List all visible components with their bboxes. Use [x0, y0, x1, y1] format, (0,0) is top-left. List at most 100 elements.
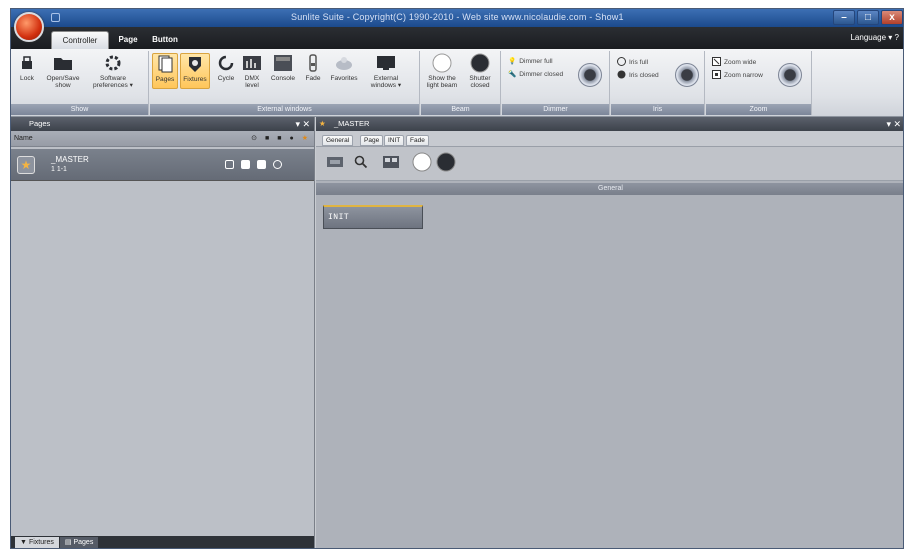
shutter-closed-small-icon — [436, 152, 456, 172]
edit-icon — [327, 157, 343, 167]
pages-icon — [155, 54, 175, 74]
init-button[interactable]: INIT — [323, 205, 423, 229]
dimmer-full-button[interactable]: 💡 Dimmer full — [508, 57, 553, 66]
indicator-1 — [225, 160, 234, 169]
iris-closed-label: Iris closed — [629, 72, 659, 79]
iris-knob[interactable] — [675, 63, 699, 87]
page-row-master[interactable]: ★ _MASTER 1 1-1 — [11, 149, 314, 181]
maximize-button[interactable]: □ — [857, 10, 879, 25]
pages-button[interactable]: Pages — [152, 53, 178, 89]
console-icon — [273, 53, 293, 73]
star-icon: ★ — [301, 135, 308, 142]
group-iris: Iris full Iris closed Iris — [611, 51, 705, 115]
left-bottom-tab-bar: ▼ Fixtures ▤ Pages — [11, 536, 314, 548]
indicator-3 — [257, 160, 266, 169]
app-menu-button[interactable] — [14, 12, 44, 42]
fade-icon — [303, 53, 323, 73]
pages-tab-label: Pages — [73, 539, 94, 546]
cycle-icon — [216, 53, 236, 73]
show-light-beam-button[interactable]: Show the light beam — [424, 53, 460, 89]
group-external-windows-label: External windows — [150, 104, 419, 115]
name-column-label: Name — [14, 135, 33, 142]
master-panel-header: ★ _MASTER ▾ ✕ — [316, 117, 903, 131]
show-light-beam-label: Show the light beam — [426, 75, 458, 89]
iris-full-button[interactable]: Iris full — [617, 57, 648, 68]
fade-button[interactable]: Fade — [302, 53, 324, 82]
dimmer-knob[interactable] — [578, 63, 602, 87]
pages-panel-header: Pages ▾ ✕ — [11, 117, 314, 131]
fixtures-button[interactable]: Fixtures — [180, 53, 210, 89]
group-external-windows: Pages Fixtures Cycle DMX level Console F… — [150, 51, 420, 115]
master-tab-bar: General Page INIT Fade — [316, 131, 903, 147]
tab-controller[interactable]: Controller — [51, 31, 109, 49]
master-panel-menu-icon[interactable]: ▾ ✕ — [886, 117, 901, 131]
lock-button[interactable]: Lock — [15, 53, 39, 82]
bulb-on-icon: 💡 — [508, 58, 517, 65]
open-save-label: Open/Save show — [46, 75, 80, 89]
search-button[interactable] — [354, 155, 368, 169]
ribbon-tab-bar: Controller Page Button Language ▾ ? — [11, 27, 903, 49]
group-show: Lock Open/Save show Software preferences… — [11, 51, 149, 115]
app-window: Sunlite Suite - Copyright(C) 1990-2010 -… — [10, 8, 904, 549]
window-title: Sunlite Suite - Copyright(C) 1990-2010 -… — [291, 12, 624, 22]
iris-full-label: Iris full — [629, 59, 649, 66]
pages-panel-close-icon[interactable]: ▾ ✕ — [295, 117, 310, 131]
preferences-label: Software preferences ▾ — [93, 75, 133, 89]
grid-button[interactable] — [382, 155, 400, 169]
zoom-wide-label: Zoom wide — [724, 59, 757, 66]
zoom-narrow-label: Zoom narrow — [724, 72, 763, 79]
tab-fade[interactable]: Fade — [406, 135, 429, 146]
group-show-label: Show — [11, 104, 148, 115]
console-button[interactable]: Console — [266, 53, 300, 82]
column-icon-4: ● — [289, 135, 294, 142]
cycle-button[interactable]: Cycle — [214, 53, 238, 82]
iris-closed-button[interactable]: Iris closed — [617, 70, 659, 81]
beam-open-small-icon — [412, 152, 432, 172]
page-star-icon: ★ — [17, 156, 35, 174]
tab-general[interactable]: General — [322, 135, 354, 146]
tab-init[interactable]: INIT — [384, 135, 405, 146]
edit-button[interactable] — [326, 155, 344, 169]
iris-full-icon — [617, 57, 626, 68]
language-menu[interactable]: Language ▾ ? — [850, 33, 899, 42]
cycle-label: Cycle — [217, 75, 235, 82]
beam-open-button[interactable] — [412, 152, 432, 172]
zoom-wide-button[interactable]: Zoom wide — [712, 57, 756, 68]
close-button[interactable]: x — [881, 10, 903, 25]
zoom-knob[interactable] — [778, 63, 802, 87]
fixtures-tab-icon: ▼ — [20, 539, 27, 546]
external-windows-label: External windows ▾ — [370, 75, 402, 89]
pages-tab-icon: ▤ — [64, 539, 72, 546]
favorites-icon — [334, 53, 354, 73]
external-windows-button[interactable]: External windows ▾ — [364, 53, 408, 89]
minimize-button[interactable]: – — [833, 10, 855, 25]
indicator-4 — [273, 160, 282, 169]
open-save-button[interactable]: Open/Save show — [43, 53, 83, 89]
shutter-closed-toolbar-button[interactable] — [436, 152, 456, 172]
column-icon-2: ■ — [265, 135, 270, 142]
zoom-narrow-icon — [712, 70, 721, 81]
tab-page[interactable]: Page — [113, 31, 143, 49]
quick-access-icon[interactable] — [51, 13, 60, 22]
window-controls: – □ x — [833, 10, 903, 25]
preferences-button[interactable]: Software preferences ▾ — [87, 53, 139, 89]
shutter-closed-button[interactable]: Shutter closed — [463, 53, 497, 89]
pages-panel-title: Pages — [29, 119, 51, 128]
dmx-level-button[interactable]: DMX level — [240, 53, 264, 89]
master-star-icon: ★ — [319, 119, 326, 128]
lock-icon — [17, 53, 37, 73]
dmx-level-label: DMX level — [244, 75, 260, 89]
group-zoom: Zoom wide Zoom narrow Zoom — [706, 51, 812, 115]
zoom-narrow-button[interactable]: Zoom narrow — [712, 70, 763, 81]
dimmer-full-label: Dimmer full — [519, 57, 553, 65]
tab-pages[interactable]: ▤ Pages — [59, 537, 99, 548]
indicator-2 — [241, 160, 250, 169]
dimmer-closed-label: Dimmer closed — [519, 70, 564, 78]
dimmer-closed-button[interactable]: 🔦 Dimmer closed — [508, 70, 564, 79]
tab-page-settings[interactable]: Page — [360, 135, 384, 146]
folder-icon — [53, 53, 73, 73]
favorites-button[interactable]: Favorites — [326, 53, 362, 82]
tab-button[interactable]: Button — [147, 31, 183, 49]
tab-fixtures[interactable]: ▼ Fixtures — [15, 537, 59, 548]
group-dimmer: 💡 Dimmer full 🔦 Dimmer closed Dimmer — [502, 51, 610, 115]
